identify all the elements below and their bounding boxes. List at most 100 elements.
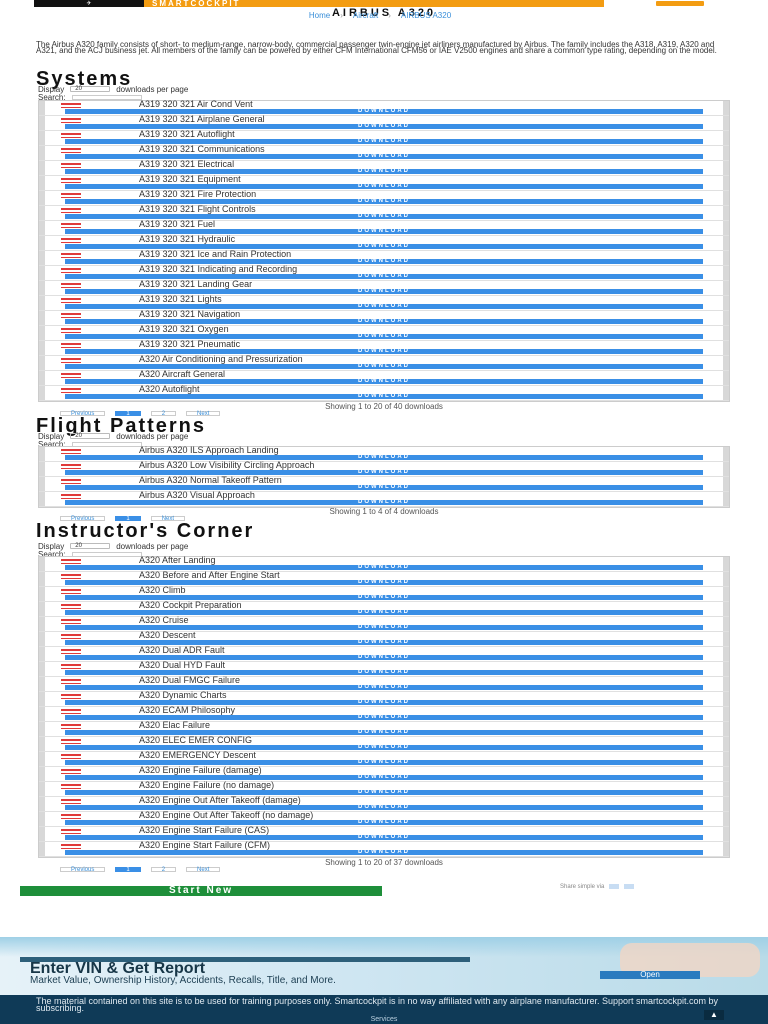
menu-button[interactable] — [656, 1, 704, 6]
display-label: Display — [38, 84, 65, 94]
download-row: A320 Autoflight DOWNLOAD — [39, 385, 729, 401]
row-edge — [723, 116, 729, 130]
download-title[interactable]: A319 320 321 Pneumatic — [139, 340, 240, 349]
ad-open-button[interactable]: Open — [600, 971, 700, 979]
download-title[interactable]: A319 320 321 Electrical — [139, 160, 234, 169]
download-title[interactable]: A319 320 321 Equipment — [139, 175, 241, 184]
download-title[interactable]: A320 Engine Out After Takeoff (no damage… — [139, 811, 313, 820]
share-icon[interactable] — [609, 884, 620, 889]
download-title[interactable]: A319 320 321 Ice and Rain Protection — [139, 250, 291, 259]
pagination-next-button[interactable]: Next — [186, 866, 221, 873]
download-title[interactable]: A320 Dual FMGC Failure — [139, 676, 240, 685]
download-title[interactable]: A319 320 321 Fire Protection — [139, 190, 256, 199]
download-title[interactable]: A320 After Landing — [139, 556, 216, 565]
pdf-file-icon — [61, 298, 81, 303]
row-edge — [723, 647, 729, 661]
breadcrumb-aircraft[interactable]: Aircraft — [353, 12, 378, 20]
download-title[interactable]: A319 320 321 Navigation — [139, 310, 240, 319]
row-edge — [723, 587, 729, 601]
download-title[interactable]: A320 Dynamic Charts — [139, 691, 227, 700]
breadcrumb-current[interactable]: AIRBUS A320 — [401, 12, 451, 20]
breadcrumb: Home › Aircraft › AIRBUS A320 — [180, 12, 580, 20]
row-edge — [39, 386, 45, 400]
download-title[interactable]: A320 ELEC EMER CONFIG — [139, 736, 252, 745]
row-edge — [39, 116, 45, 130]
download-title[interactable]: A320 Air Conditioning and Pressurization — [139, 355, 303, 364]
download-title[interactable]: A320 EMERGENCY Descent — [139, 751, 256, 760]
download-title[interactable]: A320 Aircraft General — [139, 370, 225, 379]
pagination-previous-button[interactable]: Previous — [60, 866, 106, 873]
row-edge — [39, 191, 45, 205]
row-edge — [723, 492, 729, 506]
download-title[interactable]: A319 320 321 Lights — [139, 295, 222, 304]
download-row: A320 Engine Start Failure (CFM) DOWNLOAD — [39, 841, 729, 857]
page-size-select[interactable]: 20 — [70, 433, 111, 439]
download-title[interactable]: A319 320 321 Flight Controls — [139, 205, 256, 214]
download-title[interactable]: A320 Descent — [139, 631, 196, 640]
download-title[interactable]: A320 Dual HYD Fault — [139, 661, 225, 670]
scroll-top-icon[interactable]: ▲ — [704, 1010, 724, 1020]
footer-links[interactable]: Services — [0, 1016, 768, 1023]
row-edge — [39, 447, 45, 461]
download-title[interactable]: A320 Before and After Engine Start — [139, 571, 280, 580]
pdf-file-icon — [61, 634, 81, 639]
download-title[interactable]: A319 320 321 Hydraulic — [139, 235, 235, 244]
download-title[interactable]: A320 Autoflight — [139, 385, 200, 394]
download-title[interactable]: A320 ECAM Philosophy — [139, 706, 235, 715]
row-edge — [723, 251, 729, 265]
download-title[interactable]: A319 320 321 Autoflight — [139, 130, 235, 139]
row-edge — [723, 662, 729, 676]
download-title[interactable]: A320 Engine Out After Takeoff (damage) — [139, 796, 301, 805]
display-label: Display — [38, 431, 65, 441]
download-title[interactable]: A320 Cockpit Preparation — [139, 601, 242, 610]
download-title[interactable]: A320 Cruise — [139, 616, 189, 625]
download-title[interactable]: A319 320 321 Landing Gear — [139, 280, 252, 289]
download-button[interactable]: DOWNLOAD — [65, 849, 703, 855]
download-title[interactable]: A320 Engine Failure (no damage) — [139, 781, 274, 790]
download-title[interactable]: A319 320 321 Communications — [139, 145, 265, 154]
showing-text: Showing 1 to 20 of 40 downloads — [325, 402, 443, 411]
page-size-select[interactable]: 20 — [70, 86, 111, 92]
page-size-select[interactable]: 20 — [70, 543, 111, 549]
download-title[interactable]: A320 Engine Start Failure (CFM) — [139, 841, 270, 850]
download-title[interactable]: A319 320 321 Indicating and Recording — [139, 265, 297, 274]
download-button[interactable]: DOWNLOAD — [65, 393, 703, 399]
advertisement-banner[interactable]: Enter VIN & Get Report Market Value, Own… — [0, 937, 768, 995]
pdf-file-icon — [61, 769, 81, 774]
download-title[interactable]: A319 320 321 Air Cond Vent — [139, 100, 253, 109]
site-logo[interactable]: ✈ SMARTCOCKPIT — [34, 0, 604, 8]
download-title[interactable]: A320 Engine Start Failure (CAS) — [139, 826, 269, 835]
download-title[interactable]: A319 320 321 Airplane General — [139, 115, 265, 124]
row-edge — [723, 462, 729, 476]
download-title[interactable]: A320 Elac Failure — [139, 721, 210, 730]
download-title[interactable]: A319 320 321 Oxygen — [139, 325, 229, 334]
search-input[interactable] — [71, 94, 142, 100]
row-edge — [723, 602, 729, 616]
download-title[interactable]: Airbus A320 ILS Approach Landing — [139, 446, 279, 455]
row-edge — [39, 371, 45, 385]
download-title[interactable]: Airbus A320 Visual Approach — [139, 491, 255, 500]
row-edge — [723, 842, 729, 856]
download-button[interactable]: DOWNLOAD — [65, 499, 703, 505]
row-edge — [723, 617, 729, 631]
row-edge — [723, 707, 729, 721]
row-edge — [723, 161, 729, 175]
download-title[interactable]: A319 320 321 Fuel — [139, 220, 215, 229]
pdf-file-icon — [61, 238, 81, 243]
breadcrumb-home[interactable]: Home — [309, 12, 330, 20]
row-edge — [39, 827, 45, 841]
row-edge — [39, 266, 45, 280]
download-title[interactable]: A320 Dual ADR Fault — [139, 646, 225, 655]
download-title[interactable]: Airbus A320 Normal Takeoff Pattern — [139, 476, 282, 485]
row-edge — [39, 842, 45, 856]
row-edge — [723, 326, 729, 340]
row-edge — [39, 251, 45, 265]
row-edge — [39, 617, 45, 631]
download-title[interactable]: A320 Climb — [139, 586, 186, 595]
pagination-page-button[interactable]: 1 — [115, 866, 141, 873]
download-title[interactable]: A320 Engine Failure (damage) — [139, 766, 262, 775]
pagination-page-button[interactable]: 2 — [150, 866, 177, 873]
email-icon[interactable] — [623, 884, 634, 889]
download-title[interactable]: Airbus A320 Low Visibility Circling Appr… — [139, 461, 314, 470]
start-new-button[interactable]: Start New — [20, 886, 382, 896]
